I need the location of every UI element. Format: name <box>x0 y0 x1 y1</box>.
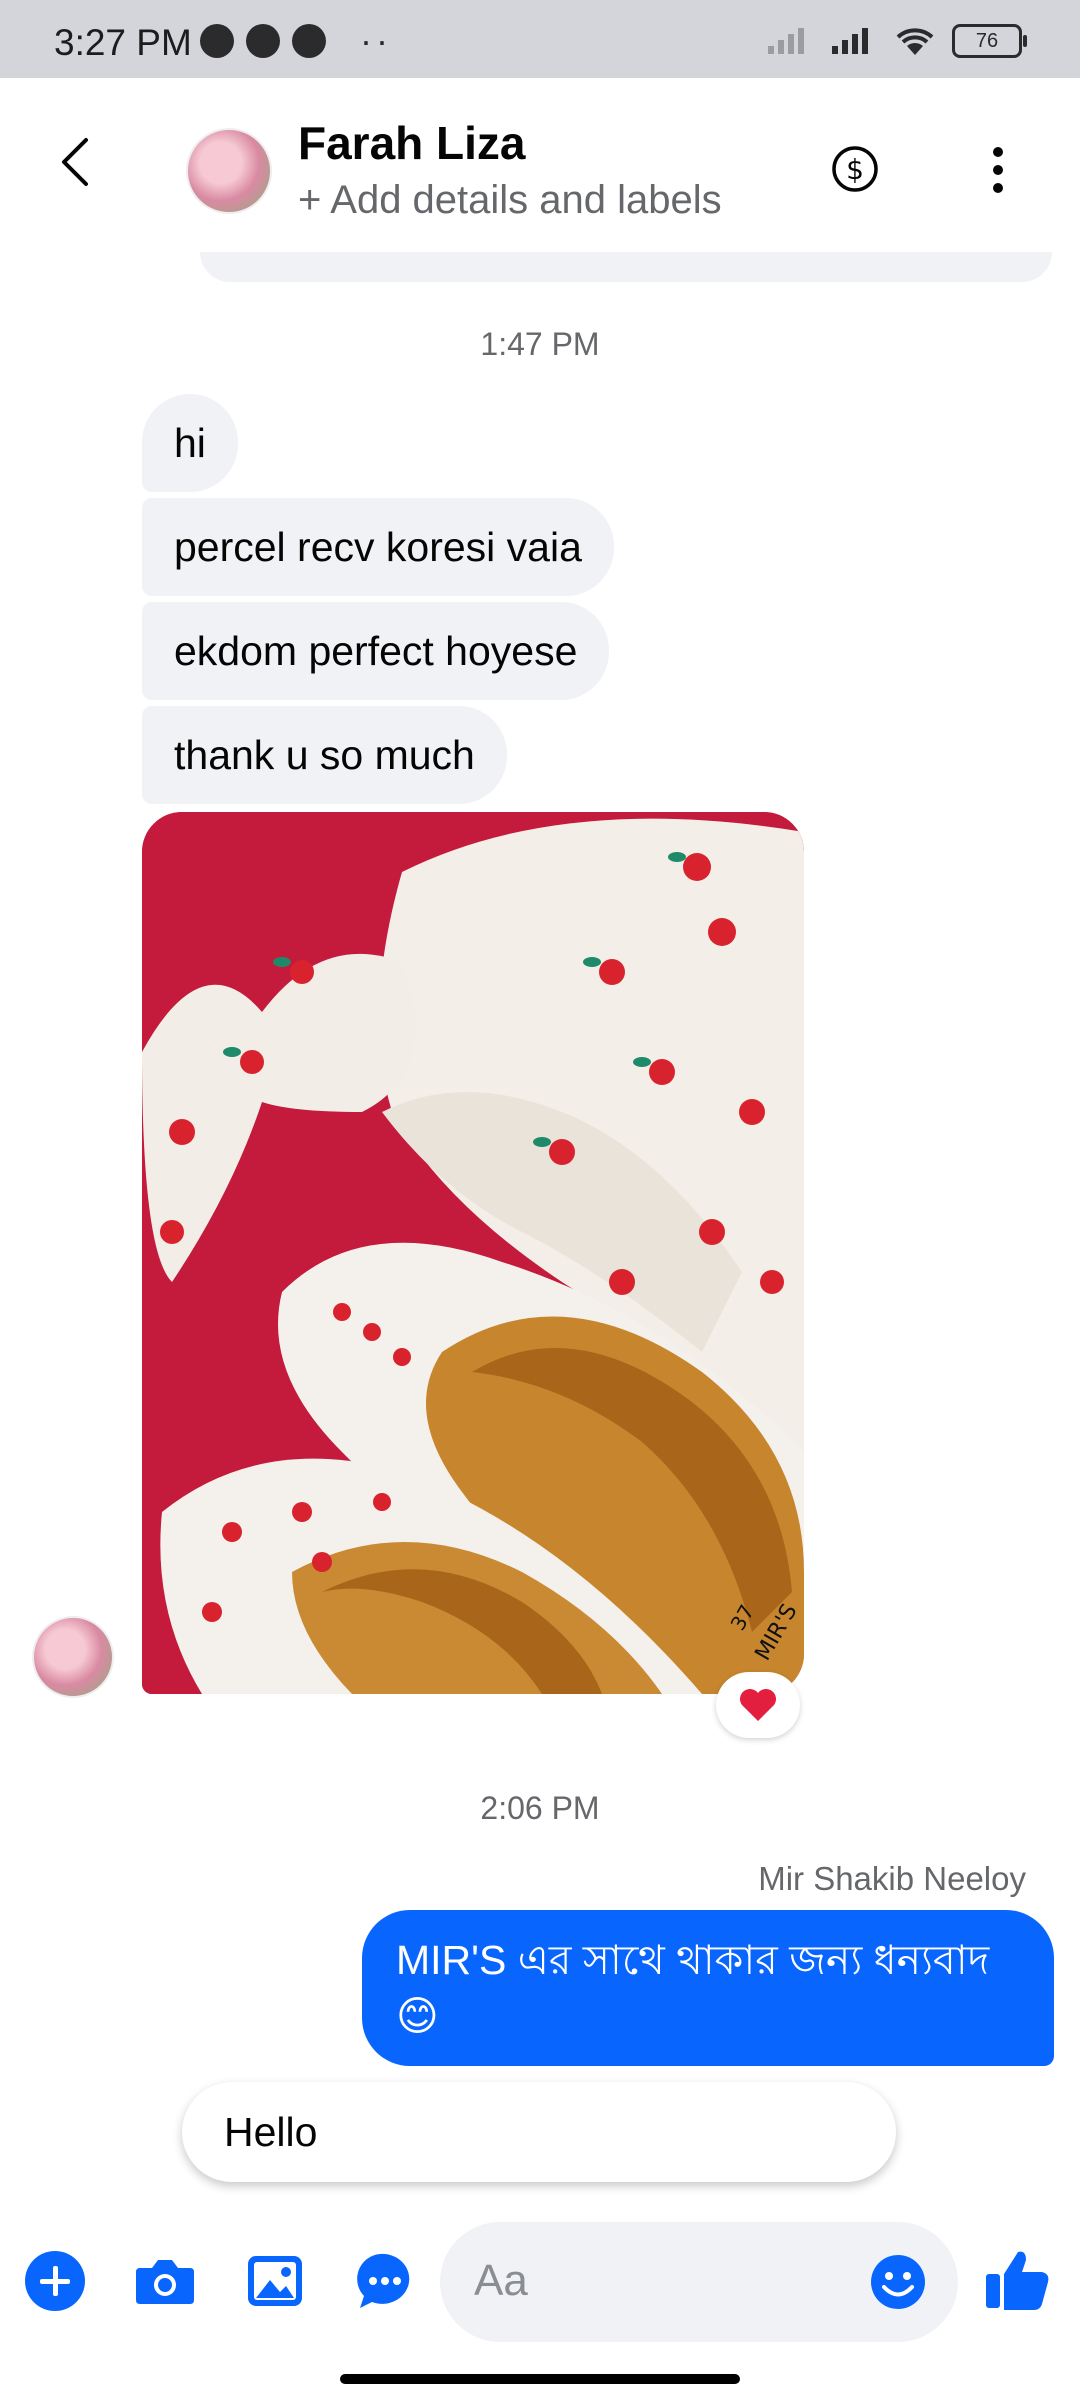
messenger-notification-icon <box>200 24 234 58</box>
incoming-message[interactable]: ekdom perfect hoyese <box>142 602 610 700</box>
heart-reaction[interactable] <box>716 1672 800 1738</box>
add-details-link[interactable]: + Add details and labels <box>298 178 722 223</box>
more-options-icon[interactable] <box>976 142 1020 198</box>
signal-icon <box>832 28 868 54</box>
camera-icon[interactable] <box>132 2248 198 2314</box>
clock-notification-icon <box>292 24 326 58</box>
incoming-message[interactable]: thank u so much <box>142 706 507 804</box>
incoming-message[interactable]: hi <box>142 394 238 492</box>
incoming-photo[interactable]: 37 MIR'S <box>142 812 804 1694</box>
previous-message-edge <box>200 252 1052 282</box>
status-right-icons: 76 <box>766 24 1027 58</box>
plus-icon[interactable] <box>22 2248 88 2314</box>
status-notification-icons <box>200 24 326 58</box>
thumbs-up-icon[interactable] <box>982 2244 1052 2314</box>
home-indicator[interactable] <box>340 2374 740 2384</box>
wifi-icon <box>896 28 934 55</box>
messenger-notification-icon-2 <box>246 24 280 58</box>
contact-name[interactable]: Farah Liza <box>298 116 526 170</box>
back-arrow-icon[interactable] <box>52 134 102 190</box>
contact-avatar[interactable] <box>186 128 272 214</box>
outgoing-sender-name: Mir Shakib Neeloy <box>758 1860 1026 1897</box>
message-composer: Aa <box>0 2204 1080 2364</box>
gallery-icon[interactable] <box>242 2248 308 2314</box>
battery-indicator: 76 <box>952 24 1027 58</box>
status-time: 3:27 PM <box>54 22 192 63</box>
svg-text:$: $ <box>846 153 864 186</box>
timestamp: 2:06 PM <box>480 1790 600 1826</box>
sender-avatar[interactable] <box>32 1616 114 1698</box>
outgoing-message[interactable]: MIR'S এর সাথে থাকার জন্য ধন্যবাদ 😊 <box>362 1910 1054 2066</box>
photo-content: 37 MIR'S <box>142 812 804 1694</box>
dollar-icon[interactable]: $ <box>830 144 880 194</box>
signal-off-icon <box>768 28 804 54</box>
incoming-message[interactable]: percel recv koresi vaia <box>142 498 614 596</box>
message-input[interactable]: Aa <box>440 2222 958 2342</box>
chat-bubble-icon[interactable] <box>352 2248 418 2314</box>
status-bar: 3:27 PM ·· 76 <box>0 0 1080 78</box>
heart-icon <box>740 1689 776 1721</box>
emoji-icon[interactable] <box>868 2252 928 2312</box>
status-more-dots: ·· <box>360 20 392 61</box>
quick-reply-suggestion[interactable]: Hello <box>182 2082 896 2182</box>
timestamp: 1:47 PM <box>480 326 600 362</box>
chat-header: Farah Liza + Add details and labels $ <box>0 78 1080 258</box>
message-input-placeholder: Aa <box>474 2256 528 2305</box>
